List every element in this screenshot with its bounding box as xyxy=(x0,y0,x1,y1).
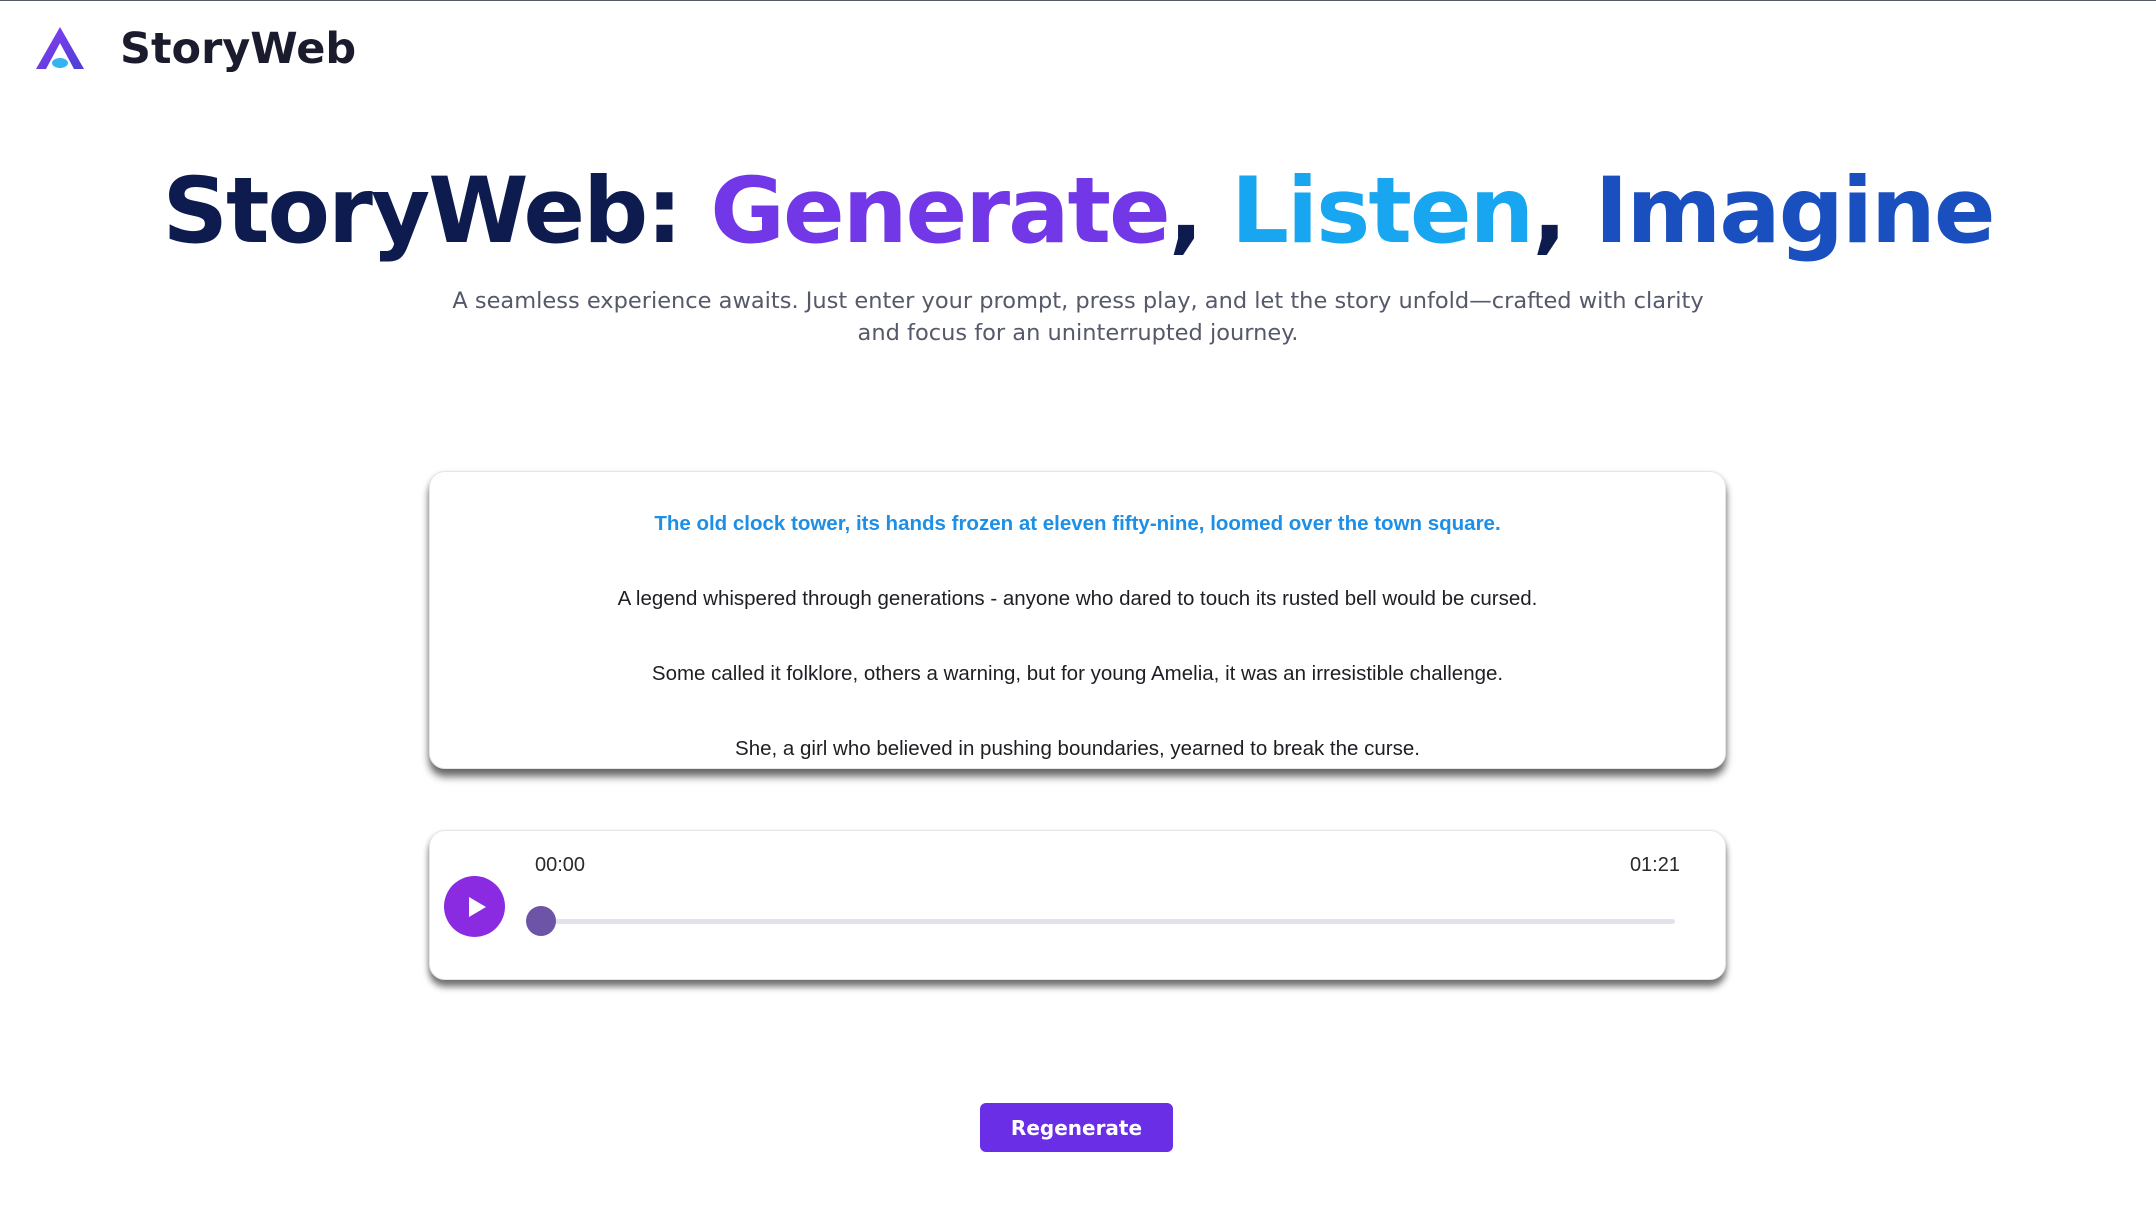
hero-separator: , xyxy=(1168,159,1231,264)
story-text-panel[interactable]: The old clock tower, its hands frozen at… xyxy=(429,471,1726,769)
hero-word-listen: Listen xyxy=(1230,159,1534,264)
story-line: She, a girl who believed in pushing boun… xyxy=(735,737,1420,760)
current-time: 00:00 xyxy=(535,854,586,876)
storyweb-logo-icon[interactable] xyxy=(30,19,90,79)
hero-separator: , xyxy=(1532,159,1595,264)
story-line-active: The old clock tower, its hands frozen at… xyxy=(654,512,1501,535)
hero-word-imagine: Imagine xyxy=(1594,159,1996,264)
hero-word-generate: Generate xyxy=(710,159,1170,264)
hero-title: StoryWeb: Generate, Listen, Imagine xyxy=(0,159,2156,264)
play-icon xyxy=(468,896,486,917)
audio-player: 00:00 01:21 xyxy=(429,830,1726,980)
story-lines: The old clock tower, its hands frozen at… xyxy=(430,512,1725,768)
seek-bar[interactable] xyxy=(541,919,1675,924)
navbar: StoryWeb xyxy=(30,19,356,79)
seek-handle[interactable] xyxy=(526,906,556,936)
total-duration: 01:21 xyxy=(1629,854,1680,876)
play-button[interactable] xyxy=(444,876,505,937)
brand-name[interactable]: StoryWeb xyxy=(120,24,356,74)
story-line: A legend whispered through generations -… xyxy=(617,587,1538,610)
story-line: Some called it folklore, others a warnin… xyxy=(651,662,1504,685)
regenerate-button[interactable]: Regenerate xyxy=(980,1103,1173,1152)
hero-title-prefix: StoryWeb: xyxy=(162,159,711,264)
hero-subtitle: A seamless experience awaits. Just enter… xyxy=(452,288,1704,346)
